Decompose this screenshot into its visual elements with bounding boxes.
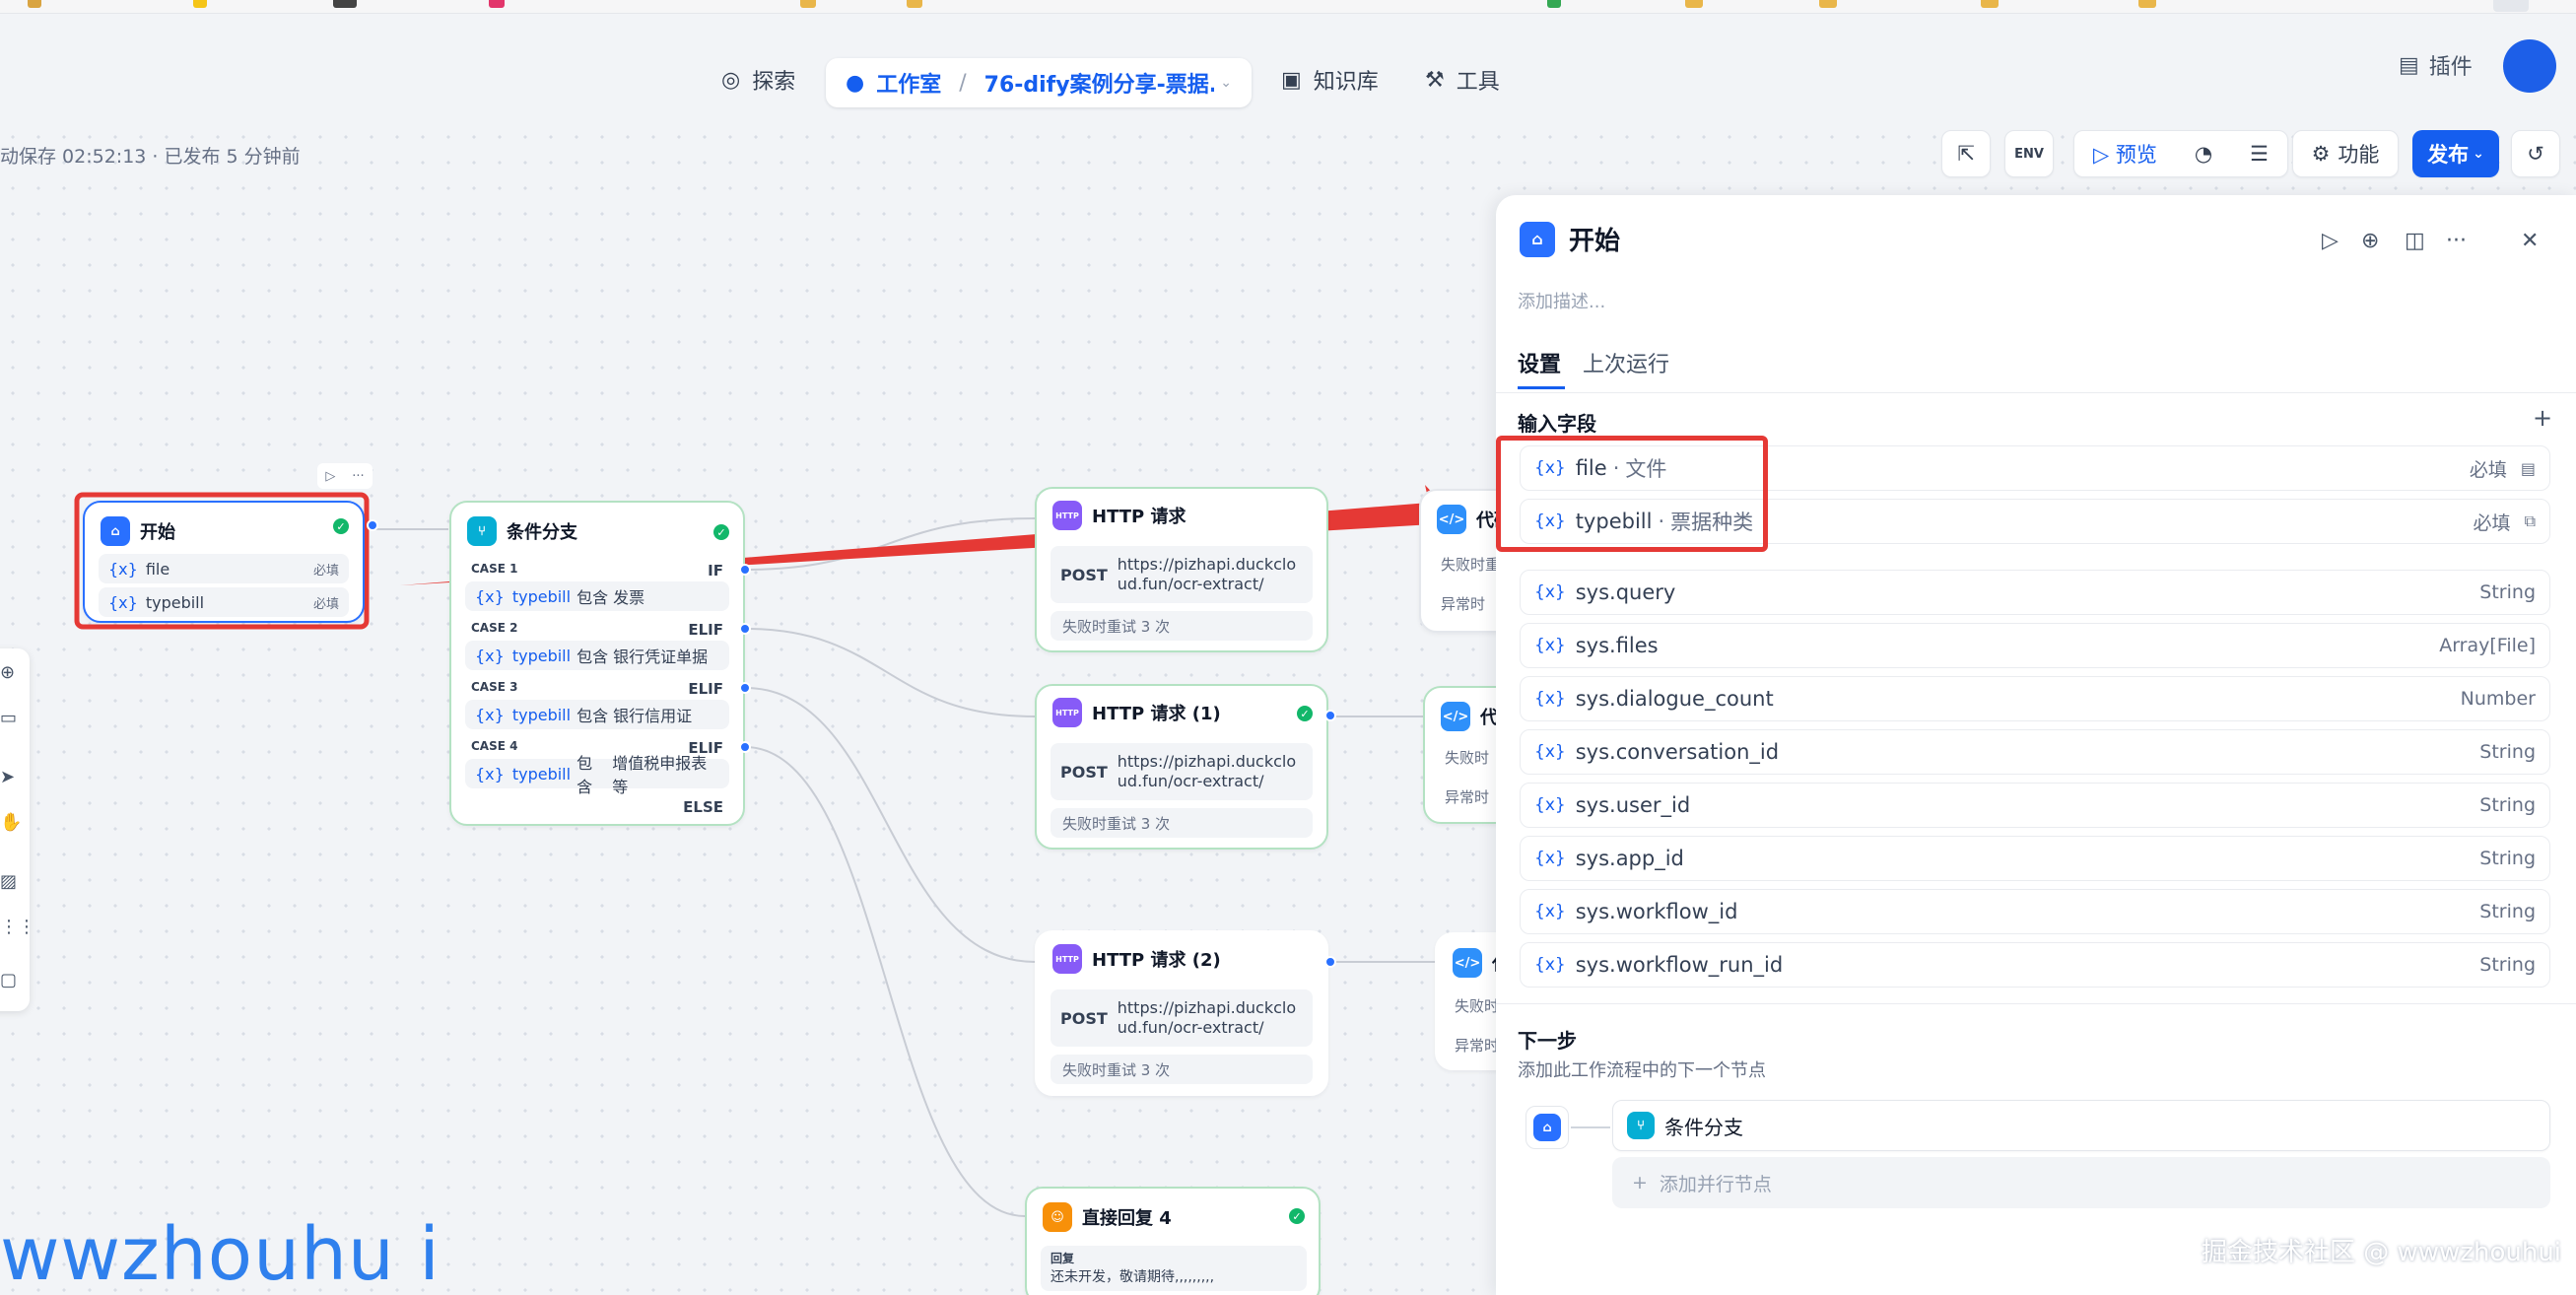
case-condition: {x} typebill 包含 银行信用证 xyxy=(465,700,729,729)
tab-settings[interactable]: 设置 xyxy=(1518,347,1561,378)
case-label: CASE 3 ELIF xyxy=(471,680,723,698)
retry-info: 失败时重试 3 次 xyxy=(1051,1055,1313,1084)
sys-var: {x} sys.query String xyxy=(1520,570,2550,615)
sys-var: {x} sys.conversation_id String xyxy=(1520,729,2550,775)
code-icon: </> xyxy=(1441,702,1470,731)
home-icon: ⌂ xyxy=(1533,1114,1561,1141)
connection-handle[interactable] xyxy=(1324,956,1336,968)
node-config-panel: ⌂ 开始 ▷ ⊕ ◫ ··· ✕ 添加描述... 设置 上次运行 输入字段 + {… xyxy=(1496,195,2576,1295)
edge-case4-answer xyxy=(744,746,1026,1217)
start-field-typebill: {x} typebill 必填 xyxy=(99,587,349,617)
case-condition: {x} typebill 包含 发票 xyxy=(465,581,729,611)
connection-handle[interactable] xyxy=(367,519,378,531)
edge-case3-http2 xyxy=(744,687,1036,963)
home-icon: ⌂ xyxy=(1520,221,1555,257)
case-label: CASE 2 ELIF xyxy=(471,621,723,639)
node-http-2[interactable]: HTTP HTTP 请求 (2) POST https://pizhapi.duck… xyxy=(1035,930,1328,1096)
close-icon[interactable]: ✕ xyxy=(2521,229,2539,253)
play-icon[interactable]: ▷ xyxy=(325,469,335,484)
answer-content: 回复 还未开发，敬请期待,,,,,,,,, xyxy=(1041,1246,1307,1291)
more-icon[interactable]: ··· xyxy=(2446,229,2467,253)
http-url: https://pizhapi.duckcloud.fun/ocr-extrac… xyxy=(1117,752,1297,790)
node-ifelse[interactable]: ⑂ 条件分支 ✓ CASE 1 IF {x} typebill 包含 发票 CASE 2… xyxy=(449,501,745,826)
run-node-icon[interactable]: ▷ xyxy=(2322,229,2339,253)
http-url: https://pizhapi.duckcloud.fun/ocr-extrac… xyxy=(1117,998,1297,1037)
success-check-icon: ✓ xyxy=(1297,706,1313,721)
reply-icon: ☺ xyxy=(1043,1202,1072,1232)
variable-icon: {x} xyxy=(108,592,138,612)
tab-last-run[interactable]: 上次运行 xyxy=(1583,347,1669,378)
description-input[interactable]: 添加描述... xyxy=(1518,288,1605,313)
node-http-1[interactable]: HTTP HTTP 请求 (1) ✓ POST https://pizhapi.du… xyxy=(1035,684,1328,850)
connection-handle[interactable] xyxy=(739,623,751,635)
retry-info: 失败时重试 3 次 xyxy=(1051,611,1313,641)
tab-active-indicator xyxy=(1518,386,1565,389)
node-hover-actions: ▷ ··· xyxy=(317,463,373,489)
file-icon: ▤ xyxy=(2520,458,2536,478)
sys-var: {x} sys.workflow_id String xyxy=(1520,889,2550,934)
http-icon: HTTP xyxy=(1052,698,1082,727)
connection-handle[interactable] xyxy=(739,564,751,576)
success-check-icon: ✓ xyxy=(333,518,349,534)
watermark-right: 掘金技术社区 @ wwwzhouhui xyxy=(2202,1238,2562,1267)
locate-icon[interactable]: ⊕ xyxy=(2361,229,2379,253)
plus-icon: + xyxy=(1632,1172,1648,1193)
branch-icon: ⑂ xyxy=(467,516,497,546)
sys-var: {x} sys.user_id String xyxy=(1520,783,2550,828)
split-view-icon[interactable]: ◫ xyxy=(2405,229,2425,253)
sys-var: {x} sys.workflow_run_id String xyxy=(1520,942,2550,988)
next-step-desc: 添加此工作流程中的下一个节点 xyxy=(1518,1060,1766,1081)
success-check-icon: ✓ xyxy=(713,524,729,540)
else-label: ELSE xyxy=(683,798,723,816)
node-start[interactable]: ⌂ 开始 ✓ {x} file 必填 {x} typebill 必填 xyxy=(83,501,365,623)
divider xyxy=(1496,392,2576,393)
connection-handle[interactable] xyxy=(739,741,751,753)
current-node-badge: ⌂ xyxy=(1525,1106,1569,1149)
sys-var: {x} sys.app_id String xyxy=(1520,836,2550,881)
add-parallel-node-button[interactable]: + 添加并行节点 xyxy=(1612,1157,2550,1208)
next-node-item[interactable]: ⑂ 条件分支 xyxy=(1612,1100,2550,1151)
node-answer[interactable]: ☺ 直接回复 4 ✓ 回复 还未开发，敬请期待,,,,,,,,, xyxy=(1025,1187,1321,1295)
panel-title: 开始 xyxy=(1569,227,1621,256)
http-icon: HTTP xyxy=(1052,944,1082,974)
more-icon[interactable]: ··· xyxy=(352,469,364,484)
home-icon: ⌂ xyxy=(101,516,130,546)
sys-var: {x} sys.files Array[File] xyxy=(1520,623,2550,668)
connection-handle[interactable] xyxy=(1324,710,1336,721)
input-section-title: 输入字段 xyxy=(1518,412,1596,436)
sys-var: {x} sys.dialogue_count Number xyxy=(1520,676,2550,721)
code-icon: </> xyxy=(1437,505,1466,534)
http-url: https://pizhapi.duckcloud.fun/ocr-extrac… xyxy=(1117,555,1297,593)
code-icon: </> xyxy=(1453,948,1482,978)
add-icon[interactable]: + xyxy=(2533,404,2552,432)
node-http[interactable]: HTTP HTTP 请求 POST https://pizhapi.duckclou… xyxy=(1035,487,1328,652)
case-label: CASE 1 IF xyxy=(471,562,723,579)
success-check-icon: ✓ xyxy=(1289,1208,1305,1224)
edge-case2-http1 xyxy=(744,628,1036,717)
variable-icon: {x} xyxy=(108,559,138,579)
http-icon: HTTP xyxy=(1052,501,1082,530)
case-condition: {x} typebill 包含 银行凭证单据 xyxy=(465,641,729,670)
case-condition: {x} typebill 包含 增值税申报表等 xyxy=(465,754,729,796)
connection-handle[interactable] xyxy=(739,682,751,694)
select-icon: ⧉ xyxy=(2524,511,2536,530)
start-field-file: {x} file 必填 xyxy=(99,554,349,583)
watermark-left: wwzhouhu i xyxy=(0,1212,441,1295)
connector-line xyxy=(1571,1126,1610,1128)
highlight-box-inputs xyxy=(1496,436,1768,552)
retry-info: 失败时重试 3 次 xyxy=(1051,808,1313,838)
branch-icon: ⑂ xyxy=(1627,1112,1655,1139)
next-step-title: 下一步 xyxy=(1518,1029,1577,1053)
divider xyxy=(1496,1003,2576,1004)
